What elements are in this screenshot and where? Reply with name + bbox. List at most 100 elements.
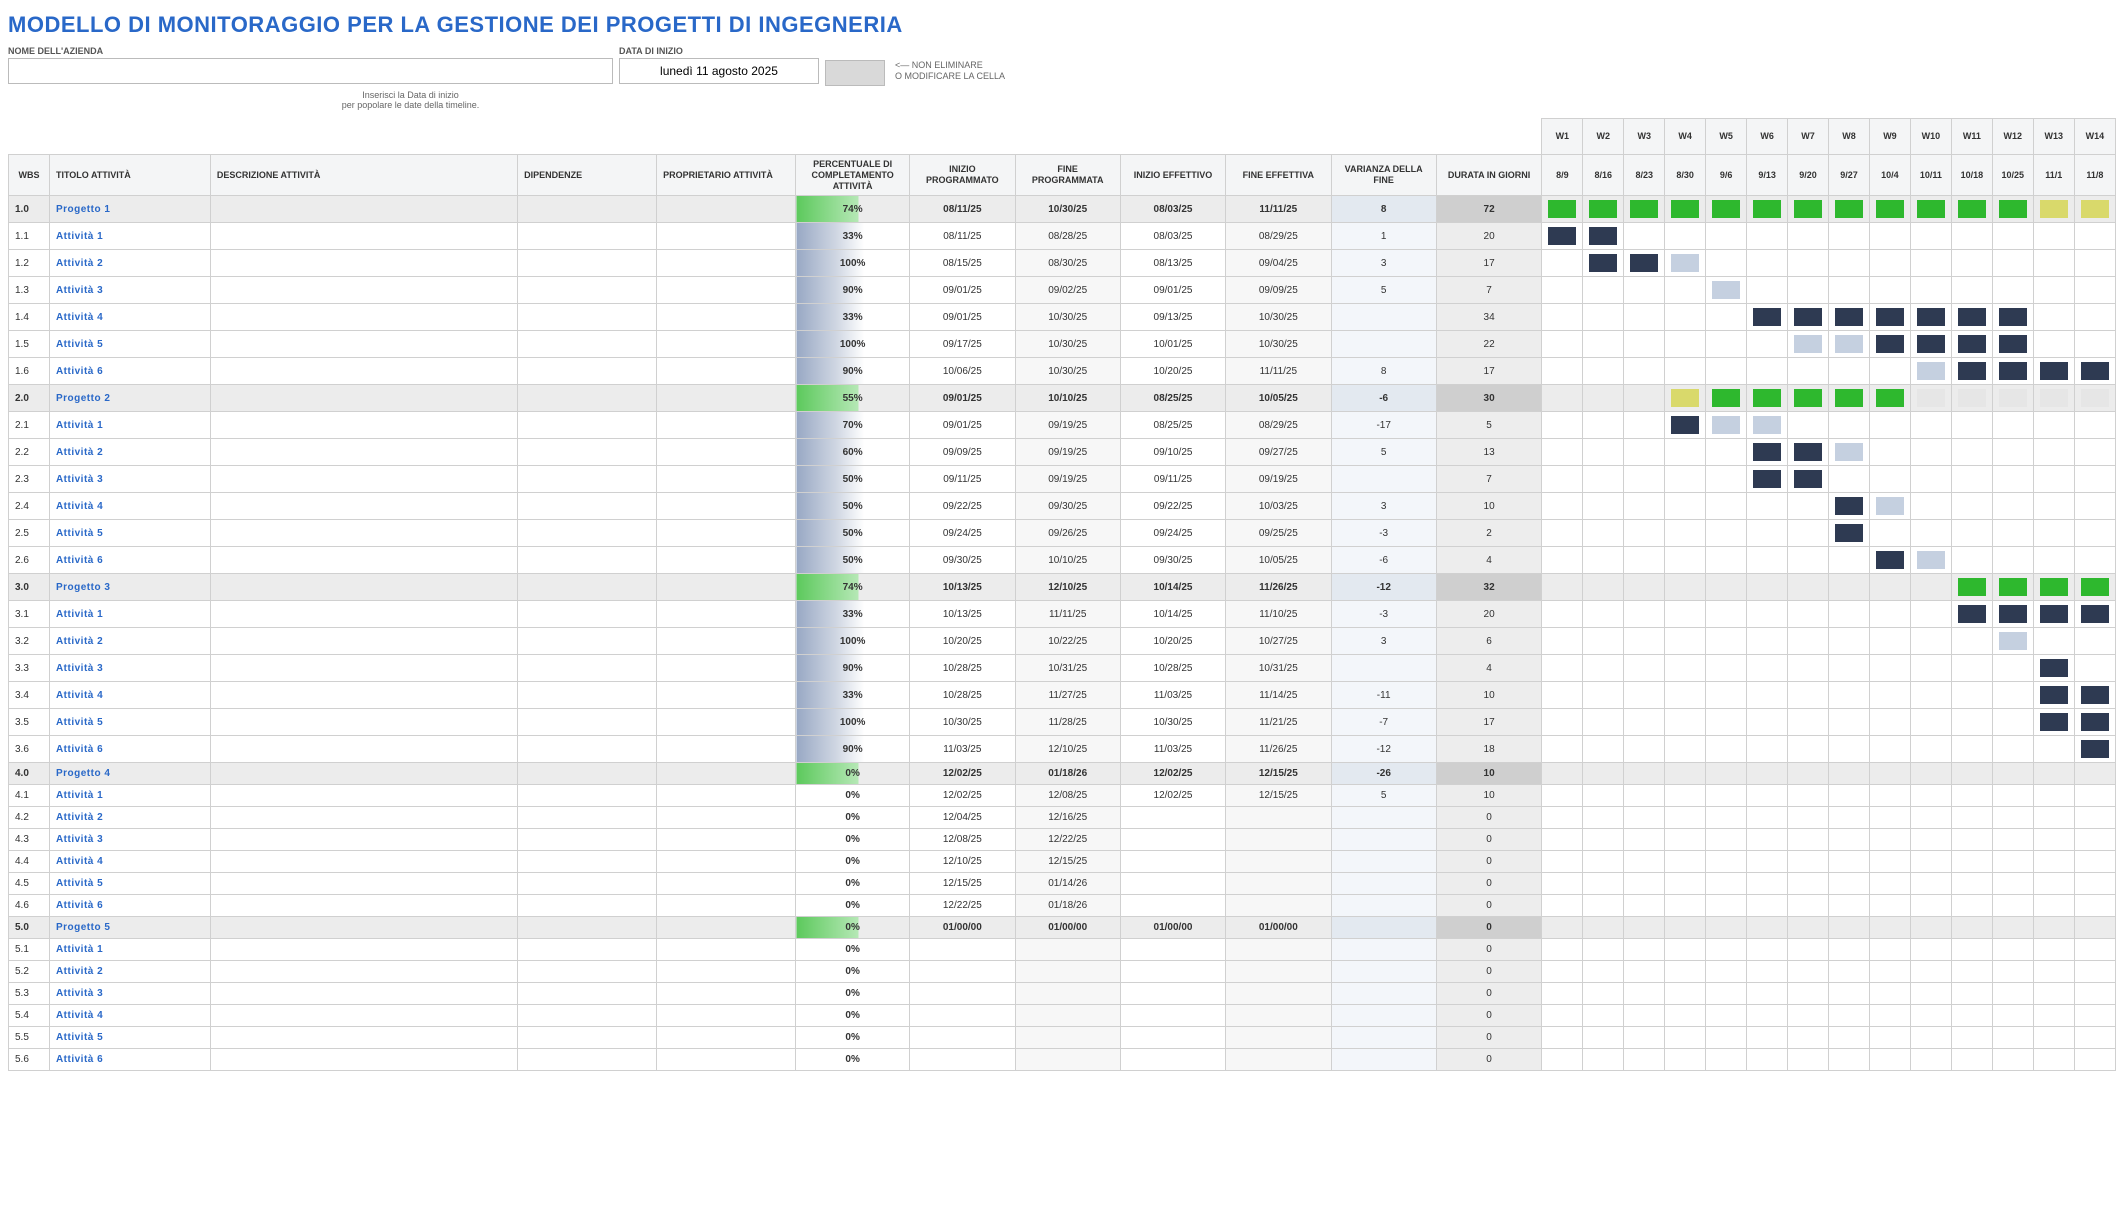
cell-plan-start[interactable]: 08/15/25: [910, 250, 1015, 277]
table-row[interactable]: 2.0Progetto 255%09/01/2510/10/2508/25/25…: [9, 385, 2116, 412]
cell-act-end[interactable]: 12/15/25: [1226, 763, 1331, 785]
table-row[interactable]: 1.0Progetto 174%08/11/2510/30/2508/03/25…: [9, 196, 2116, 223]
cell-act-end[interactable]: [1226, 873, 1331, 895]
table-row[interactable]: 3.1Attività 133%10/13/2511/11/2510/14/25…: [9, 601, 2116, 628]
cell-desc[interactable]: [210, 331, 517, 358]
cell-wbs[interactable]: 4.2: [9, 807, 50, 829]
table-row[interactable]: 4.2Attività 20%12/04/2512/16/250: [9, 807, 2116, 829]
cell-act-end[interactable]: 11/11/25: [1226, 196, 1331, 223]
cell-owner[interactable]: [657, 601, 796, 628]
cell-var[interactable]: [1331, 1049, 1436, 1071]
cell-title[interactable]: Attività 4: [49, 1005, 210, 1027]
cell-desc[interactable]: [210, 196, 517, 223]
cell-act-start[interactable]: 10/14/25: [1120, 574, 1225, 601]
cell-plan-start[interactable]: [910, 1027, 1015, 1049]
cell-wbs[interactable]: 4.4: [9, 851, 50, 873]
table-row[interactable]: 5.3Attività 30%0: [9, 983, 2116, 1005]
cell-act-end[interactable]: [1226, 939, 1331, 961]
cell-plan-start[interactable]: 09/01/25: [910, 412, 1015, 439]
cell-owner[interactable]: [657, 385, 796, 412]
cell-desc[interactable]: [210, 895, 517, 917]
cell-pct[interactable]: 0%: [796, 917, 910, 939]
cell-dur[interactable]: 0: [1436, 873, 1542, 895]
cell-desc[interactable]: [210, 1049, 517, 1071]
cell-pct[interactable]: 90%: [796, 358, 910, 385]
cell-wbs[interactable]: 1.5: [9, 331, 50, 358]
table-row[interactable]: 2.3Attività 350%09/11/2509/19/2509/11/25…: [9, 466, 2116, 493]
cell-desc[interactable]: [210, 829, 517, 851]
cell-desc[interactable]: [210, 785, 517, 807]
cell-wbs[interactable]: 2.3: [9, 466, 50, 493]
cell-owner[interactable]: [657, 331, 796, 358]
cell-title[interactable]: Attività 5: [49, 873, 210, 895]
cell-var[interactable]: [1331, 807, 1436, 829]
table-row[interactable]: 2.5Attività 550%09/24/2509/26/2509/24/25…: [9, 520, 2116, 547]
cell-pct[interactable]: 0%: [796, 873, 910, 895]
cell-dep[interactable]: [518, 1005, 657, 1027]
cell-owner[interactable]: [657, 304, 796, 331]
cell-act-start[interactable]: 09/13/25: [1120, 304, 1225, 331]
cell-wbs[interactable]: 1.0: [9, 196, 50, 223]
cell-plan-start[interactable]: 08/11/25: [910, 223, 1015, 250]
cell-plan-start[interactable]: 12/04/25: [910, 807, 1015, 829]
cell-title[interactable]: Attività 5: [49, 520, 210, 547]
cell-plan-start[interactable]: 09/17/25: [910, 331, 1015, 358]
cell-pct[interactable]: 33%: [796, 304, 910, 331]
cell-act-start[interactable]: 10/14/25: [1120, 601, 1225, 628]
cell-act-end[interactable]: [1226, 1049, 1331, 1071]
cell-desc[interactable]: [210, 412, 517, 439]
cell-wbs[interactable]: 5.2: [9, 961, 50, 983]
cell-act-start[interactable]: [1120, 983, 1225, 1005]
cell-dur[interactable]: 4: [1436, 547, 1542, 574]
cell-act-end[interactable]: 08/29/25: [1226, 412, 1331, 439]
table-row[interactable]: 1.6Attività 690%10/06/2510/30/2510/20/25…: [9, 358, 2116, 385]
cell-pct[interactable]: 74%: [796, 574, 910, 601]
cell-dur[interactable]: 0: [1436, 895, 1542, 917]
cell-title[interactable]: Attività 5: [49, 1027, 210, 1049]
cell-plan-start[interactable]: 09/01/25: [910, 277, 1015, 304]
cell-pct[interactable]: 0%: [796, 1049, 910, 1071]
cell-act-end[interactable]: 10/05/25: [1226, 547, 1331, 574]
cell-owner[interactable]: [657, 736, 796, 763]
cell-plan-end[interactable]: [1015, 983, 1120, 1005]
cell-act-end[interactable]: 10/03/25: [1226, 493, 1331, 520]
table-row[interactable]: 4.3Attività 30%12/08/2512/22/250: [9, 829, 2116, 851]
cell-dur[interactable]: 17: [1436, 250, 1542, 277]
cell-dep[interactable]: [518, 939, 657, 961]
cell-wbs[interactable]: 3.4: [9, 682, 50, 709]
cell-desc[interactable]: [210, 439, 517, 466]
cell-wbs[interactable]: 3.1: [9, 601, 50, 628]
cell-dep[interactable]: [518, 655, 657, 682]
cell-act-start[interactable]: 11/03/25: [1120, 736, 1225, 763]
cell-dep[interactable]: [518, 628, 657, 655]
cell-plan-start[interactable]: 10/28/25: [910, 655, 1015, 682]
cell-plan-end[interactable]: 10/31/25: [1015, 655, 1120, 682]
cell-owner[interactable]: [657, 466, 796, 493]
table-row[interactable]: 5.0Progetto 50%01/00/0001/00/0001/00/000…: [9, 917, 2116, 939]
cell-plan-start[interactable]: 10/13/25: [910, 574, 1015, 601]
cell-owner[interactable]: [657, 851, 796, 873]
cell-wbs[interactable]: 2.6: [9, 547, 50, 574]
cell-owner[interactable]: [657, 763, 796, 785]
cell-desc[interactable]: [210, 304, 517, 331]
cell-pct[interactable]: 55%: [796, 385, 910, 412]
cell-act-start[interactable]: [1120, 1005, 1225, 1027]
table-row[interactable]: 1.2Attività 2100%08/15/2508/30/2508/13/2…: [9, 250, 2116, 277]
cell-title[interactable]: Attività 1: [49, 785, 210, 807]
cell-plan-start[interactable]: [910, 961, 1015, 983]
cell-act-start[interactable]: 12/02/25: [1120, 763, 1225, 785]
cell-wbs[interactable]: 3.5: [9, 709, 50, 736]
cell-plan-end[interactable]: 12/08/25: [1015, 785, 1120, 807]
cell-plan-end[interactable]: 12/10/25: [1015, 574, 1120, 601]
cell-plan-end[interactable]: 12/16/25: [1015, 807, 1120, 829]
cell-dur[interactable]: 0: [1436, 1027, 1542, 1049]
cell-title[interactable]: Progetto 4: [49, 763, 210, 785]
table-row[interactable]: 4.4Attività 40%12/10/2512/15/250: [9, 851, 2116, 873]
cell-wbs[interactable]: 2.2: [9, 439, 50, 466]
table-row[interactable]: 1.4Attività 433%09/01/2510/30/2509/13/25…: [9, 304, 2116, 331]
cell-title[interactable]: Attività 6: [49, 736, 210, 763]
cell-var[interactable]: -7: [1331, 709, 1436, 736]
cell-pct[interactable]: 0%: [796, 961, 910, 983]
cell-dep[interactable]: [518, 1027, 657, 1049]
cell-dur[interactable]: 0: [1436, 851, 1542, 873]
